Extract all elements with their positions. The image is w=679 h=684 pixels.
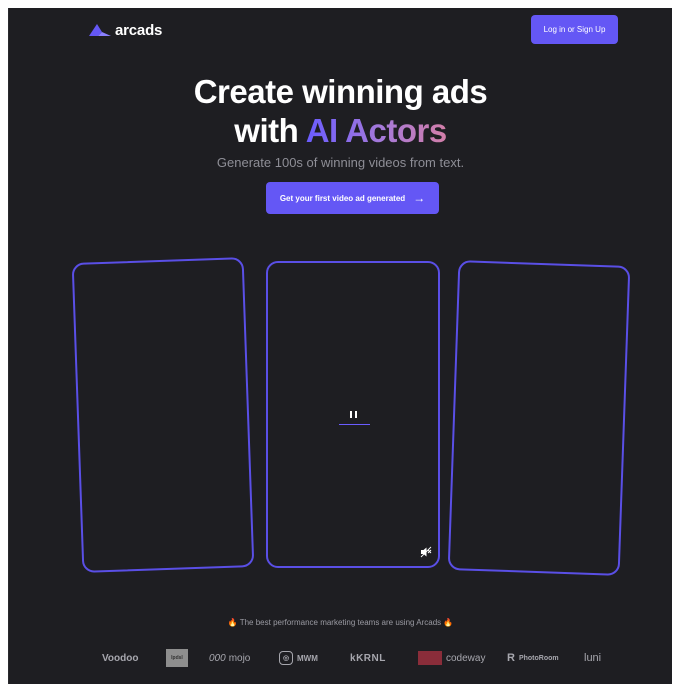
arrow-right-icon: → bbox=[413, 191, 426, 205]
social-proof-text: 🔥 The best performance marketing teams a… bbox=[227, 618, 454, 627]
brand-logo-krnl: k KRNL bbox=[350, 646, 386, 670]
brand-logo-codeway: codeway bbox=[418, 646, 485, 670]
codeway-text: codeway bbox=[446, 652, 486, 664]
brand-logo-mojo: 000 mojo bbox=[209, 646, 250, 670]
logo-text: arcads bbox=[115, 21, 163, 39]
brand-logo-voodoo: Voodoo bbox=[102, 652, 139, 664]
cta-label: Get your first video ad generated bbox=[279, 193, 406, 203]
video-card-left[interactable] bbox=[71, 257, 255, 573]
hero-title-prefix: with bbox=[234, 112, 306, 149]
pause-icon[interactable] bbox=[346, 411, 360, 423]
photoroom-icon: R bbox=[507, 652, 515, 664]
arcads-logo-icon bbox=[89, 24, 111, 36]
brand-logo-luni: luni bbox=[584, 652, 602, 664]
cta-button[interactable]: Get your first video ad generated → bbox=[266, 182, 439, 214]
brand-logo-ipdsl: Ipdsl bbox=[166, 646, 188, 670]
codeway-icon bbox=[418, 651, 442, 665]
hero-subtitle: Generate 100s of winning videos from tex… bbox=[216, 155, 465, 170]
hero-title-accent: AI Actors bbox=[305, 112, 447, 149]
mute-icon[interactable] bbox=[420, 546, 432, 558]
login-signup-button[interactable]: Log in or Sign Up bbox=[531, 15, 618, 44]
hero-title: Create winning ads with AI Actors bbox=[9, 72, 672, 150]
mojo-mark: 000 bbox=[209, 652, 226, 664]
mojo-text: mojo bbox=[228, 652, 251, 664]
brand-logo-photoroom: R PhotoRoom bbox=[507, 646, 559, 670]
video-progress-bar bbox=[339, 424, 370, 425]
hero-title-line1: Create winning ads bbox=[193, 73, 488, 110]
mwm-icon: ◎ bbox=[279, 651, 293, 665]
hero-title-line2: with AI Actors bbox=[9, 111, 672, 150]
page-frame: arcads Log in or Sign Up Create winning … bbox=[8, 8, 672, 684]
video-card-right[interactable] bbox=[447, 260, 631, 576]
photoroom-text: PhotoRoom bbox=[518, 654, 559, 662]
brand-logos-row: Voodoo Ipdsl 000 mojo ◎ MWM k KRNL codewa… bbox=[9, 646, 672, 670]
brand-logo-ipdsl-mark: Ipdsl bbox=[166, 649, 188, 667]
krnl-text: KRNL bbox=[356, 652, 386, 664]
video-card-center[interactable] bbox=[266, 261, 440, 568]
arcads-logo[interactable]: arcads bbox=[89, 20, 162, 40]
mwm-text: MWM bbox=[297, 653, 318, 663]
brand-logo-mwm: ◎ MWM bbox=[279, 646, 318, 670]
